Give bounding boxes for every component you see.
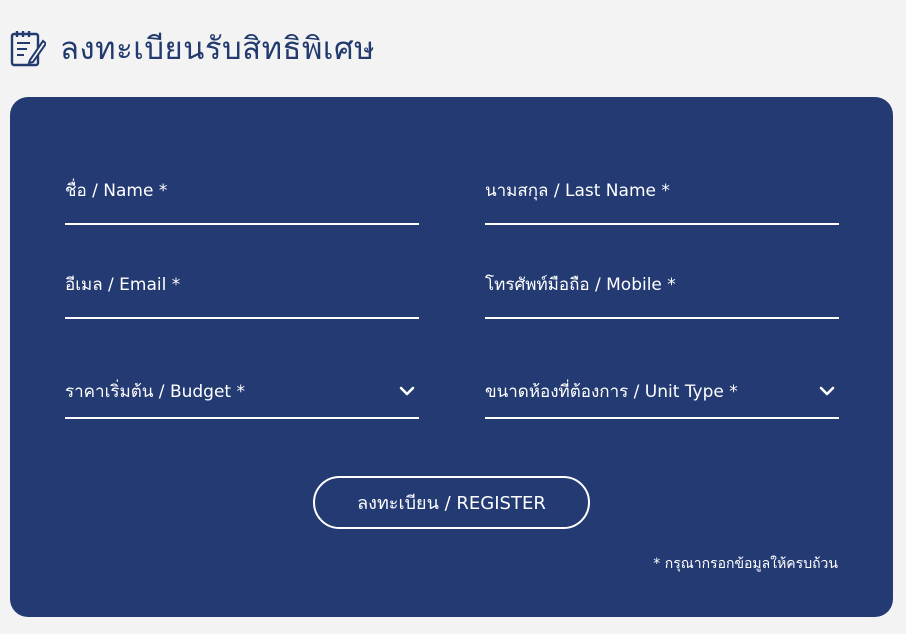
chevron-down-icon[interactable] [399, 382, 415, 396]
page-title: ลงทะเบียนรับสิทธิพิเศษ [60, 31, 376, 67]
last-name-label: นามสกุล / Last Name * [485, 181, 670, 201]
notepad-pencil-icon [10, 29, 46, 67]
register-button[interactable]: ลงทะเบียน / REGISTER [313, 476, 590, 529]
mobile-label: โทรศัพท์มือถือ / Mobile * [485, 275, 676, 295]
email-field[interactable]: อีเมล / Email * [65, 271, 419, 319]
chevron-down-icon[interactable] [819, 382, 835, 396]
last-name-field[interactable]: นามสกุล / Last Name * [485, 177, 839, 225]
first-name-label: ชื่อ / Name * [65, 181, 168, 201]
unit-type-select[interactable]: ขนาดห้องที่ต้องการ / Unit Type * [485, 370, 839, 419]
unit-type-label: ขนาดห้องที่ต้องการ / Unit Type * [485, 382, 738, 402]
budget-label: ราคาเริ่มต้น / Budget * [65, 382, 245, 402]
mobile-field[interactable]: โทรศัพท์มือถือ / Mobile * [485, 271, 839, 319]
budget-select[interactable]: ราคาเริ่มต้น / Budget * [65, 370, 419, 419]
email-label: อีเมล / Email * [65, 275, 181, 295]
required-fields-note: * กรุณากรอกข้อมูลให้ครบถ้วน [653, 556, 838, 572]
first-name-field[interactable]: ชื่อ / Name * [65, 177, 419, 225]
registration-form: ชื่อ / Name * นามสกุล / Last Name * อีเม… [10, 97, 893, 617]
page-header: ลงทะเบียนรับสิทธิพิเศษ [10, 26, 375, 70]
